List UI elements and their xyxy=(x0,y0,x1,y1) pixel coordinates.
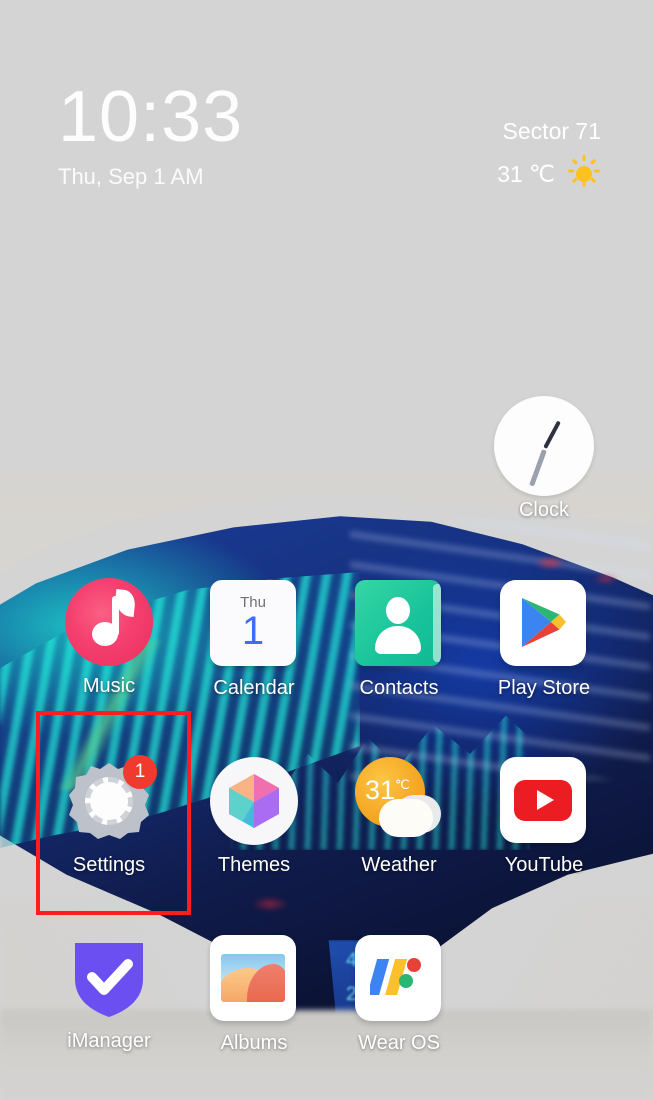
sun-icon xyxy=(567,155,601,191)
weather-icon-unit: ℃ xyxy=(395,777,410,792)
app-icon-clock[interactable]: Clock xyxy=(479,396,609,522)
clock-time: 10:33 xyxy=(58,77,244,157)
app-label-themes: Themes xyxy=(217,854,291,876)
gear-icon: 1 xyxy=(65,755,157,845)
calendar-day-number: 1 xyxy=(241,608,265,653)
app-icon-play-store[interactable]: Play Store xyxy=(479,580,609,700)
weather-icon: 31℃ xyxy=(355,757,443,845)
play-store-icon xyxy=(500,580,588,668)
app-label-play-store: Play Store xyxy=(497,677,591,699)
app-label-music: Music xyxy=(82,675,136,697)
music-icon xyxy=(65,578,153,666)
contacts-icon xyxy=(355,580,443,668)
weather-location: Sector 71 xyxy=(502,118,601,144)
app-label-weather: Weather xyxy=(361,854,437,876)
app-label-wear-os: Wear OS xyxy=(358,1032,440,1054)
themes-icon xyxy=(210,757,298,845)
weather-temperature: 31 ℃ xyxy=(497,160,555,187)
wallpaper-red-ticker-2 xyxy=(230,880,320,930)
app-icon-settings[interactable]: 1 Settings xyxy=(44,755,174,877)
app-icon-themes[interactable]: Themes xyxy=(189,757,319,877)
app-label-settings: Settings xyxy=(72,854,146,876)
settings-notification-badge: 1 xyxy=(123,755,157,789)
app-icon-imanager[interactable]: iManager xyxy=(44,933,174,1053)
app-icon-wear-os[interactable]: Wear OS xyxy=(334,935,464,1055)
app-label-contacts: Contacts xyxy=(359,677,439,699)
app-label-imanager: iManager xyxy=(67,1030,151,1052)
clock-icon xyxy=(494,396,594,496)
weather-row: 31 ℃ xyxy=(497,155,601,191)
app-icon-albums[interactable]: Albums xyxy=(189,935,319,1055)
app-icon-weather[interactable]: 31℃ Weather xyxy=(334,757,464,877)
clock-widget[interactable]: 10:33 Thu, Sep 1 AM xyxy=(58,78,243,190)
shield-icon xyxy=(65,933,153,1021)
app-label-albums: Albums xyxy=(220,1032,288,1054)
albums-icon xyxy=(210,935,298,1023)
youtube-icon xyxy=(500,757,588,845)
app-label-calendar: Calendar xyxy=(213,677,295,699)
app-icon-calendar[interactable]: Thu 1 Calendar xyxy=(189,580,319,700)
app-label-youtube: YouTube xyxy=(504,854,584,876)
app-icon-music[interactable]: Music xyxy=(44,578,174,698)
app-icon-youtube[interactable]: YouTube xyxy=(479,757,609,877)
app-icon-contacts[interactable]: Contacts xyxy=(334,580,464,700)
android-home-screen: 420245335 10:33 Thu, Sep 1 AM Sector 71 … xyxy=(0,0,653,1099)
calendar-icon: Thu 1 xyxy=(210,580,298,668)
wear-os-icon xyxy=(355,935,443,1023)
app-label-clock: Clock xyxy=(518,499,569,521)
clock-date: Thu, Sep 1 AM xyxy=(58,164,204,189)
weather-widget[interactable]: Sector 71 31 ℃ xyxy=(497,118,601,191)
